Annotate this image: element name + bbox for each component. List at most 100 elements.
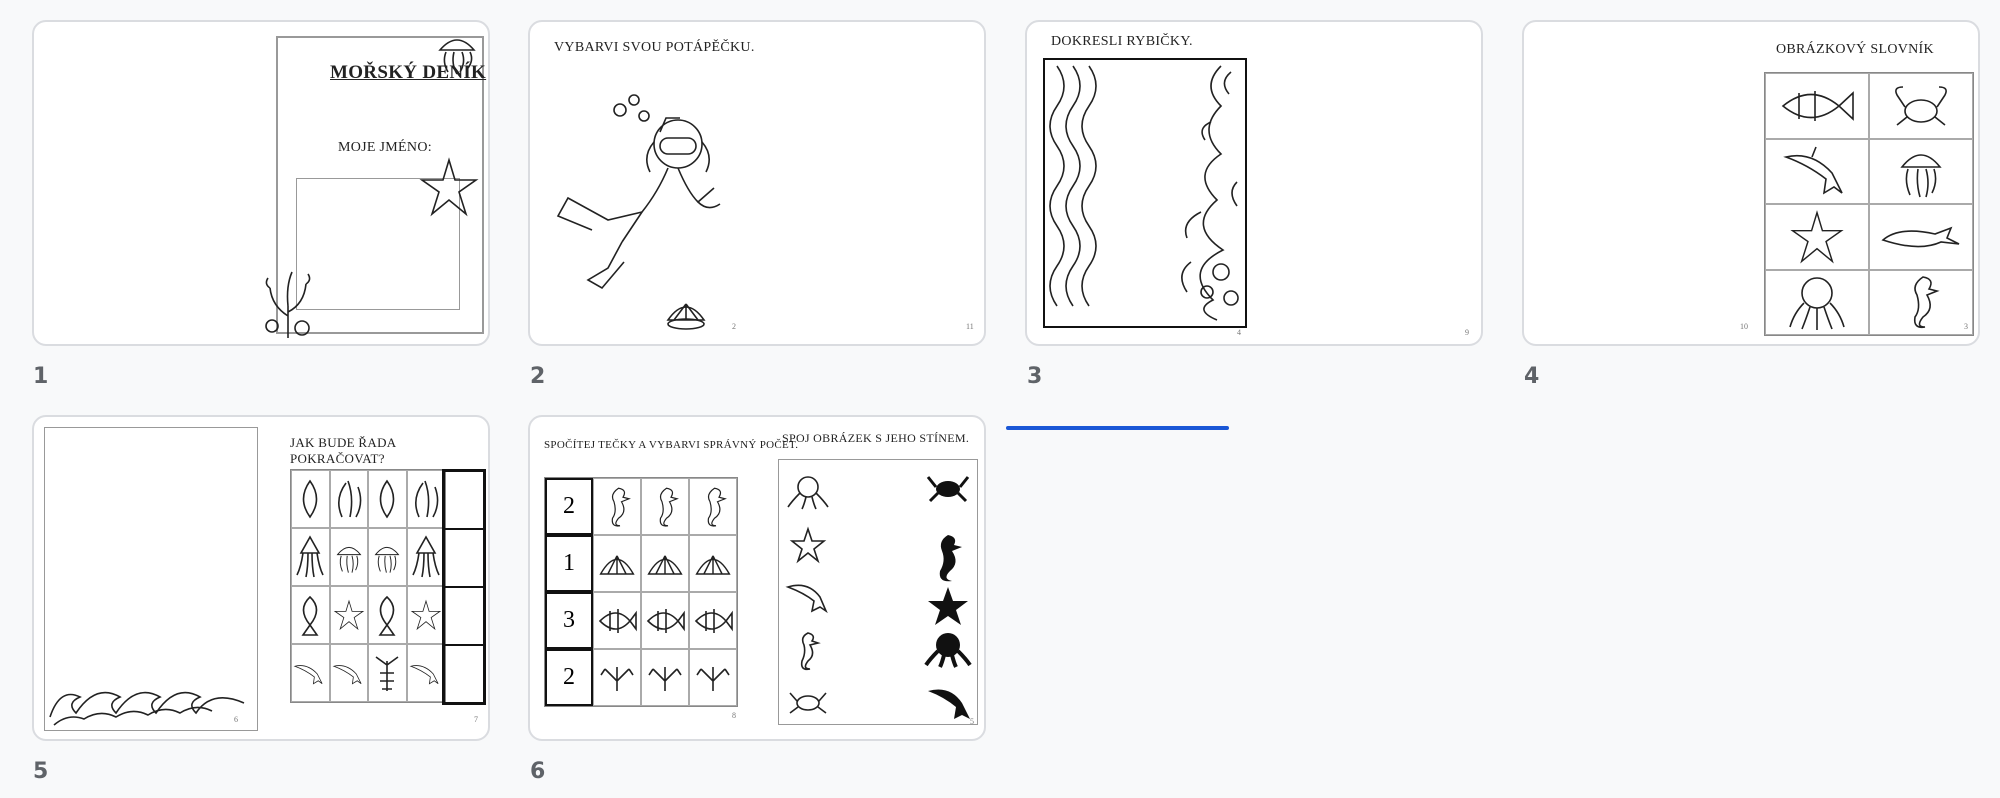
- slide-thumbnail-2[interactable]: VYBARVI SVOU POTÁPĚČKU. 2 11: [528, 20, 986, 346]
- clownfish-icon: [1781, 90, 1854, 121]
- page-number-right: 9: [1465, 328, 1469, 337]
- dolphin-icon: [293, 665, 323, 685]
- page-number-right: 3: [1964, 322, 1968, 331]
- slide-thumbnail-6[interactable]: SPOČÍTEJ TEČKY A VYBARVI SPRÁVNÝ POČET. …: [528, 415, 986, 741]
- seahorse-icon: [707, 487, 727, 527]
- seahorse-icon: [611, 487, 631, 527]
- page-number-left: 6: [234, 715, 238, 724]
- slide-6-title-left: SPOČÍTEJ TEČKY A VYBARVI SPRÁVNÝ POČET.: [544, 439, 799, 451]
- counting-grid: 2 1 3 2: [544, 477, 738, 707]
- jellyfish-icon: [374, 546, 400, 573]
- slide-number-4: 4: [1524, 364, 1540, 389]
- lobster-icon: [375, 656, 399, 691]
- starfish-icon: [333, 599, 364, 631]
- slide-thumbnail-4[interactable]: OBRÁZKOVÝ SLOVNÍK 10 3: [1522, 20, 1980, 346]
- answer-cell: [444, 529, 484, 587]
- shell-cell: [689, 535, 737, 592]
- starfish-icon: [789, 526, 827, 564]
- striped-fish-icon: [694, 608, 733, 633]
- pattern-cell: [291, 586, 330, 644]
- pattern-grid: [290, 469, 446, 703]
- answer-cell: [444, 471, 484, 529]
- crab-icon: [1895, 85, 1947, 126]
- pattern-cell: [291, 644, 330, 702]
- dolphin-icon: [1783, 146, 1843, 195]
- dolphin-icon: [785, 584, 828, 614]
- octopus-shadow-icon: [924, 633, 972, 668]
- seahorse-cell: [689, 478, 737, 535]
- dolphin-icon: [409, 665, 439, 685]
- shell-icon: [695, 554, 731, 575]
- seaweed-icon: [337, 480, 362, 518]
- pattern-cell: [368, 644, 407, 702]
- page-number-right: 7: [474, 715, 478, 724]
- starfish-icon: [419, 157, 479, 217]
- squid-icon: [412, 535, 440, 578]
- crab-icon: [789, 692, 827, 714]
- starfish-shadow-icon: [928, 587, 968, 625]
- shell-icon: [379, 479, 395, 519]
- page-number-left: 10: [1740, 322, 1748, 331]
- answer-column: [442, 469, 486, 705]
- slide-thumbnail-3[interactable]: DOKRESLI RYBIČKY. 4 9: [1025, 20, 1483, 346]
- coral-icon: [696, 666, 730, 691]
- coral-icon: [648, 666, 682, 691]
- shell-icon: [599, 554, 635, 575]
- pattern-cell: [291, 528, 330, 586]
- count-cell: 2: [545, 649, 593, 706]
- fish-cell: [641, 592, 689, 649]
- seahorse-cell: [593, 478, 641, 535]
- waves-decoration: [49, 691, 245, 726]
- coral-cell: [593, 649, 641, 706]
- fish-cell: [593, 592, 641, 649]
- seaweed-decoration: [1181, 65, 1239, 321]
- seahorse-icon: [1913, 276, 1940, 329]
- starfish-cell: [1765, 204, 1869, 270]
- whale-cell: [1869, 204, 1973, 270]
- pattern-cell: [368, 528, 407, 586]
- octopus-icon: [787, 476, 829, 510]
- seaweed-icon: [414, 480, 439, 518]
- fish-icon: [301, 595, 319, 636]
- pattern-cell: [406, 470, 445, 528]
- shell-icon: [666, 303, 706, 330]
- seahorse-icon: [800, 632, 821, 671]
- page-number-left: 8: [732, 711, 736, 720]
- pattern-cell: [368, 470, 407, 528]
- waves-decoration: [1049, 65, 1097, 307]
- slide-thumbnail-1[interactable]: MOŘSKÝ DENÍK MOJE JMÉNO:: [32, 20, 490, 346]
- coral-cell: [641, 649, 689, 706]
- pattern-cell: [329, 586, 368, 644]
- slide-4-title: OBRÁZKOVÝ SLOVNÍK: [1776, 42, 1934, 57]
- dolphin-icon: [332, 665, 362, 685]
- squid-icon: [296, 535, 324, 578]
- count-cell: 2: [545, 478, 593, 535]
- shell-cell: [641, 535, 689, 592]
- page-number-left: 2: [732, 322, 736, 331]
- slide-number-3: 3: [1027, 364, 1043, 389]
- shell-icon: [647, 554, 683, 575]
- slide-thumbnail-5[interactable]: JAK BUDE ŘADA POKRAČOVAT? 6 7: [32, 415, 490, 741]
- crab-cell: [1869, 73, 1973, 139]
- slide-number-5: 5: [33, 759, 49, 784]
- seahorse-icon: [659, 487, 679, 527]
- page-number-right: 5: [970, 717, 974, 726]
- dolphin-cell: [1765, 138, 1869, 204]
- fish-icon: [378, 595, 396, 636]
- fish-cell: [689, 592, 737, 649]
- starfish-icon: [410, 599, 441, 631]
- count-cell: 3: [545, 592, 593, 649]
- picture-dictionary-grid: [1764, 72, 1974, 336]
- coral-icon: [265, 271, 311, 338]
- pattern-cell: [329, 470, 368, 528]
- pattern-cell: [329, 644, 368, 702]
- pattern-cell: [406, 528, 445, 586]
- slide-number-6: 6: [530, 759, 546, 784]
- shell-cell: [593, 535, 641, 592]
- pattern-cell: [368, 586, 407, 644]
- shell-icon: [302, 479, 318, 519]
- answer-cell: [444, 587, 484, 645]
- pattern-cell: [329, 528, 368, 586]
- page-number-right: 11: [966, 322, 974, 331]
- diver-girl-illustration: [556, 94, 721, 290]
